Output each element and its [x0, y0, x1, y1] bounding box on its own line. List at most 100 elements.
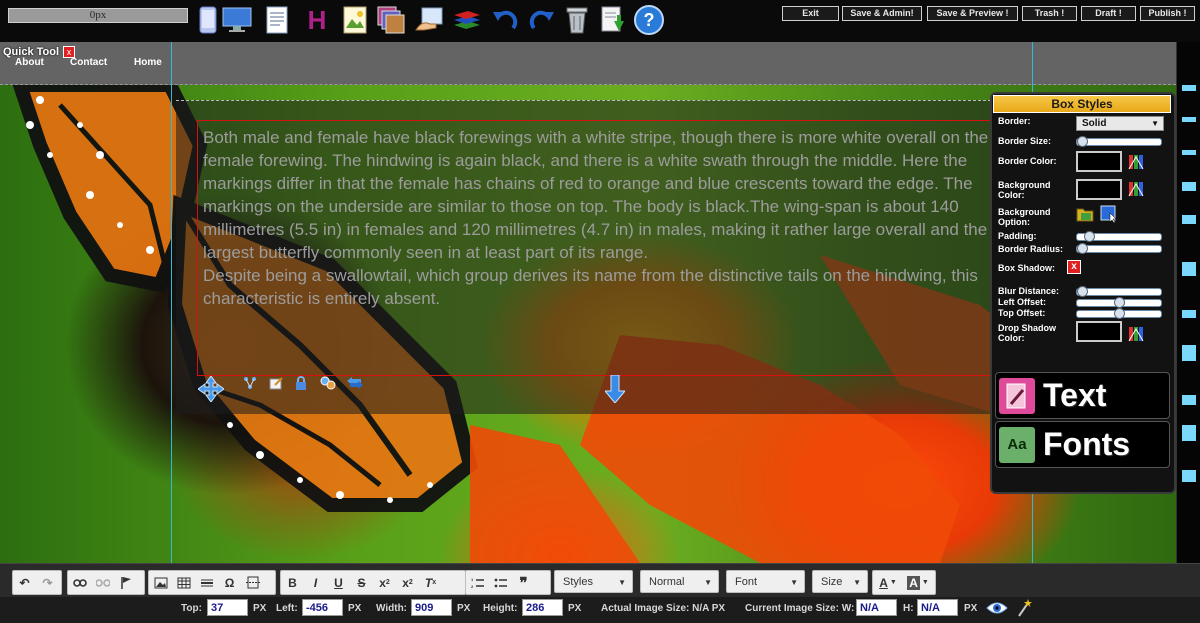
page-break-icon[interactable]: [241, 571, 264, 594]
slider-knob[interactable]: [1084, 231, 1095, 242]
rail-marker[interactable]: [1182, 425, 1196, 441]
rail-marker[interactable]: [1182, 117, 1196, 122]
image-insert-icon[interactable]: [149, 571, 172, 594]
rail-marker[interactable]: [1182, 182, 1196, 191]
drop-shadow-color-swatch[interactable]: [1076, 321, 1122, 342]
horizontal-rule-icon[interactable]: [195, 571, 218, 594]
trash-button[interactable]: Trash !: [1022, 6, 1077, 21]
table-icon[interactable]: [172, 571, 195, 594]
folder-image-icon[interactable]: [1076, 205, 1094, 223]
settings-gears-icon[interactable]: [320, 375, 336, 391]
anchor-flag-icon[interactable]: [114, 571, 137, 594]
special-char-icon[interactable]: Ω: [218, 571, 241, 594]
link-icon[interactable]: [68, 571, 91, 594]
resize-down-arrow-icon[interactable]: [603, 374, 627, 404]
top-offset-slider[interactable]: [1076, 308, 1162, 319]
left-offset-slider[interactable]: [1076, 297, 1162, 308]
move-handle-icon[interactable]: [197, 375, 225, 403]
text-color-button[interactable]: A ▼: [873, 571, 903, 594]
border-color-swatch[interactable]: [1076, 151, 1122, 172]
image-icon[interactable]: [340, 5, 370, 35]
nav-contact-link[interactable]: Contact: [70, 57, 107, 68]
quick-tool-close-icon[interactable]: x: [63, 45, 76, 58]
border-radius-slider[interactable]: [1076, 243, 1162, 254]
slider-knob[interactable]: [1077, 243, 1088, 254]
bullet-list-icon[interactable]: [489, 571, 512, 594]
draft-button[interactable]: Draft !: [1081, 6, 1136, 21]
border-size-slider[interactable]: [1076, 136, 1162, 147]
publish-button[interactable]: Publish !: [1140, 6, 1195, 21]
image-select-icon[interactable]: [1100, 205, 1118, 224]
rail-marker[interactable]: [1182, 310, 1196, 318]
page-icon[interactable]: [262, 5, 292, 35]
padding-slider[interactable]: [1076, 231, 1162, 242]
eye-icon[interactable]: [986, 600, 1008, 616]
unlink-icon[interactable]: [91, 571, 114, 594]
slider-knob[interactable]: [1114, 297, 1125, 308]
subscript-icon[interactable]: x2: [373, 571, 396, 594]
fonts-panel-button[interactable]: Aa Fonts: [995, 421, 1170, 468]
text-panel-button[interactable]: Text: [995, 372, 1170, 419]
styles-dropdown[interactable]: Styles ▼: [554, 570, 633, 593]
heading-icon[interactable]: H: [302, 5, 332, 35]
slider-knob[interactable]: [1114, 308, 1125, 319]
numbered-list-icon[interactable]: 12: [466, 571, 489, 594]
help-icon[interactable]: ?: [634, 5, 664, 35]
border-style-select[interactable]: Solid ▼: [1076, 116, 1164, 131]
underline-icon[interactable]: U: [327, 571, 350, 594]
magic-wand-icon[interactable]: [1016, 598, 1032, 618]
superscript-icon[interactable]: x2: [396, 571, 419, 594]
rail-marker[interactable]: [1182, 150, 1196, 155]
format-dropdown[interactable]: Normal ▼: [640, 570, 719, 593]
hand-image-icon[interactable]: [414, 5, 444, 35]
swap-arrows-icon[interactable]: [347, 375, 363, 391]
lock-icon[interactable]: [293, 375, 309, 391]
save-admin-button[interactable]: Save & Admin!: [842, 6, 922, 21]
rail-marker[interactable]: [1182, 345, 1196, 361]
undo-icon[interactable]: [490, 5, 520, 35]
top-input[interactable]: 37: [207, 599, 248, 616]
strikethrough-icon[interactable]: S: [350, 571, 373, 594]
palette-icon[interactable]: [1127, 325, 1145, 343]
layers-icon[interactable]: [452, 5, 482, 35]
exit-button[interactable]: Exit: [782, 6, 839, 21]
nav-home-link[interactable]: Home: [134, 57, 162, 68]
current-width-input[interactable]: N/A: [856, 599, 897, 616]
left-input[interactable]: -456: [302, 599, 343, 616]
nav-about-link[interactable]: About: [15, 57, 44, 68]
undo-icon[interactable]: ↶: [13, 571, 36, 594]
px-readout-field[interactable]: 0px: [8, 8, 188, 23]
save-preview-button[interactable]: Save & Preview !: [927, 6, 1018, 21]
height-input[interactable]: 286: [522, 599, 563, 616]
background-color-button[interactable]: A ▼: [903, 571, 933, 594]
rail-marker[interactable]: [1182, 470, 1196, 482]
current-height-input[interactable]: N/A: [917, 599, 958, 616]
background-color-swatch[interactable]: [1076, 179, 1122, 200]
rail-marker[interactable]: [1182, 215, 1196, 224]
mobile-icon[interactable]: [193, 5, 223, 35]
desktop-icon[interactable]: [222, 5, 252, 35]
slider-knob[interactable]: [1077, 286, 1088, 297]
rail-marker[interactable]: [1182, 85, 1196, 91]
rail-marker[interactable]: [1182, 262, 1196, 276]
blockquote-icon[interactable]: ❞: [512, 571, 535, 594]
size-dropdown[interactable]: Size ▼: [812, 570, 868, 593]
font-dropdown[interactable]: Font ▼: [726, 570, 805, 593]
link-tree-icon[interactable]: [242, 375, 258, 391]
box-shadow-toggle-icon[interactable]: x: [1067, 260, 1081, 274]
bold-icon[interactable]: B: [281, 571, 304, 594]
download-page-icon[interactable]: [598, 5, 628, 35]
slider-knob[interactable]: [1077, 136, 1088, 147]
trash-can-icon[interactable]: [562, 5, 592, 35]
redo-icon[interactable]: [527, 5, 557, 35]
rail-marker[interactable]: [1182, 395, 1196, 405]
redo-icon[interactable]: ↷: [36, 571, 59, 594]
edit-note-icon[interactable]: [268, 375, 284, 391]
remove-format-icon[interactable]: Tx: [419, 571, 442, 594]
italic-icon[interactable]: I: [304, 571, 327, 594]
width-input[interactable]: 909: [411, 599, 452, 616]
blur-distance-slider[interactable]: [1076, 286, 1162, 297]
gallery-icon[interactable]: [376, 5, 406, 35]
palette-icon[interactable]: [1127, 180, 1145, 198]
palette-icon[interactable]: [1127, 153, 1145, 171]
